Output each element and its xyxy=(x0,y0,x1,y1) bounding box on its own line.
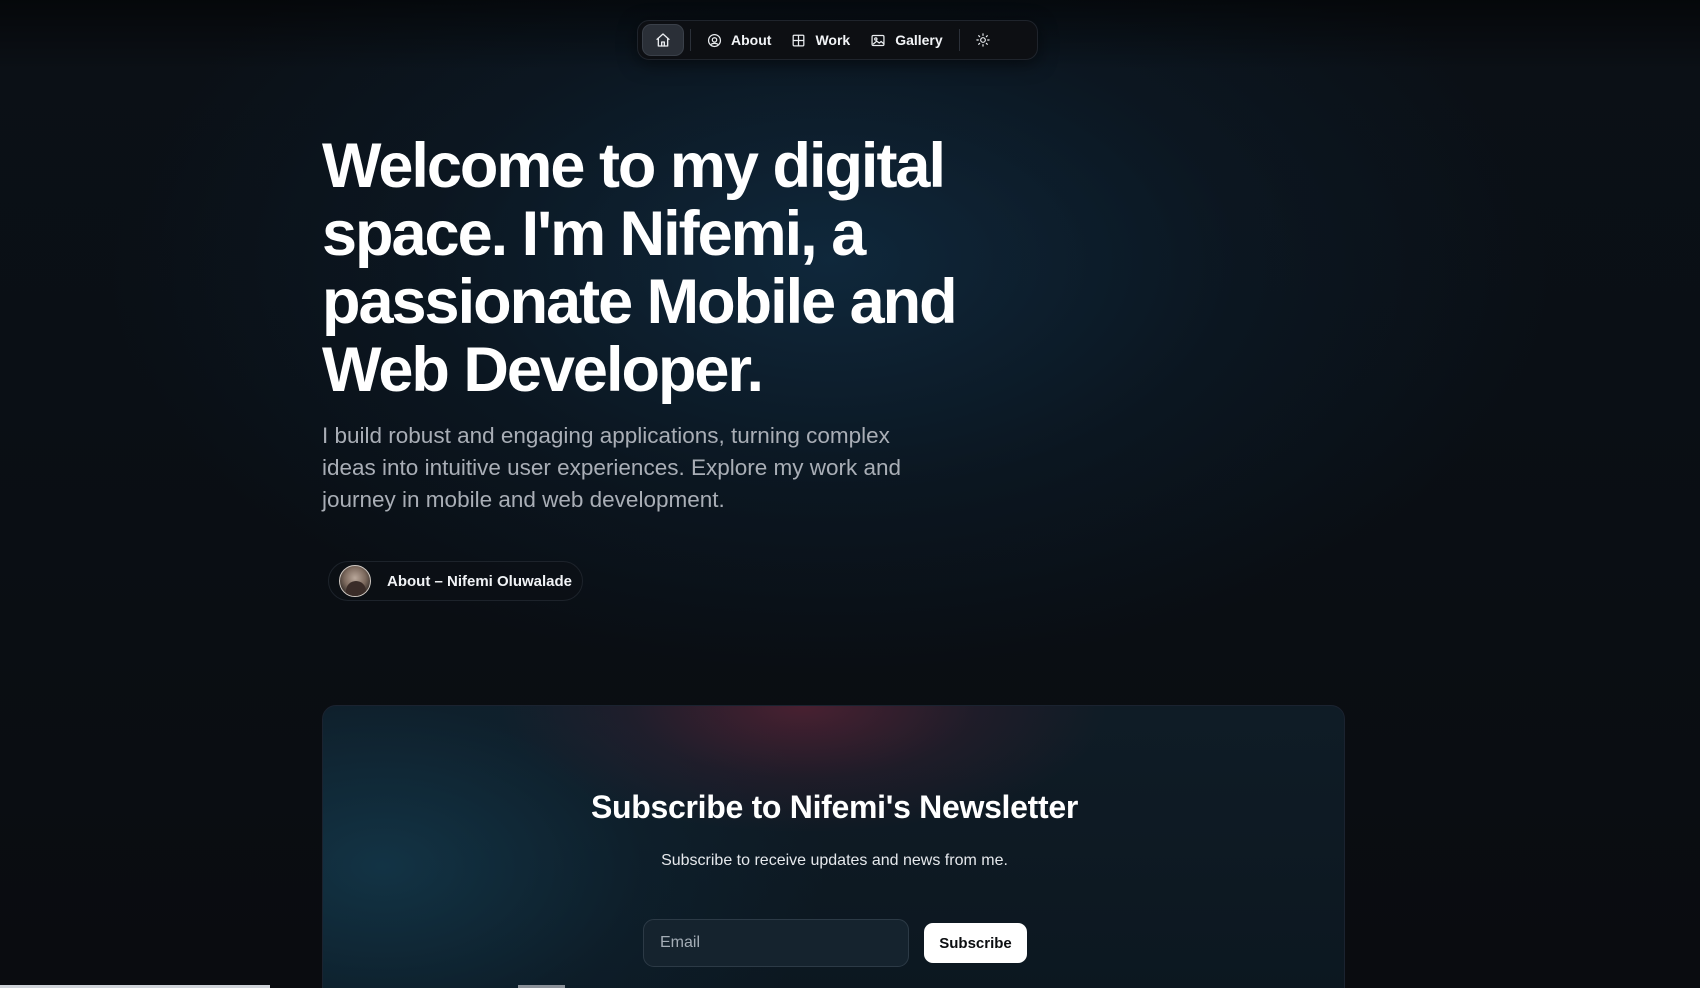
avatar xyxy=(339,565,371,597)
user-circle-icon xyxy=(707,33,722,48)
main-nav: About Work Gallery xyxy=(637,20,1038,60)
nav-item-gallery-label: Gallery xyxy=(895,32,943,48)
nav-divider xyxy=(958,29,960,51)
nav-divider xyxy=(690,29,691,51)
image-icon xyxy=(870,33,886,48)
newsletter-subtitle: Subscribe to receive updates and news fr… xyxy=(661,852,1008,869)
hero-subtitle: I build robust and engaging applications… xyxy=(322,423,902,512)
grid-icon xyxy=(791,33,806,48)
sun-icon xyxy=(975,33,990,47)
nav-home-button[interactable] xyxy=(642,24,684,56)
subscribe-button[interactable]: Subscribe xyxy=(924,923,1027,963)
email-input[interactable] xyxy=(643,919,909,967)
nav-item-work-label: Work xyxy=(815,32,851,48)
home-icon xyxy=(655,32,671,48)
nav-item-work[interactable]: Work xyxy=(781,24,860,56)
nav-item-gallery[interactable]: Gallery xyxy=(860,24,952,56)
nav-item-about-label: About xyxy=(731,32,772,48)
hero-title: Welcome to my digital space. I'm Nifemi,… xyxy=(322,131,958,405)
theme-toggle-button[interactable] xyxy=(966,24,1000,56)
newsletter-card: Subscribe to Nifemi's Newsletter Subscri… xyxy=(322,705,1345,988)
newsletter-title: Subscribe to Nifemi's Newsletter xyxy=(590,789,1079,825)
about-link[interactable]: About – Nifemi Oluwalade xyxy=(328,561,583,601)
nav-item-about[interactable]: About xyxy=(697,24,781,56)
page: About Work Gallery Welcome to my digital… xyxy=(0,0,1700,988)
about-link-label: About – Nifemi Oluwalade xyxy=(387,572,573,590)
